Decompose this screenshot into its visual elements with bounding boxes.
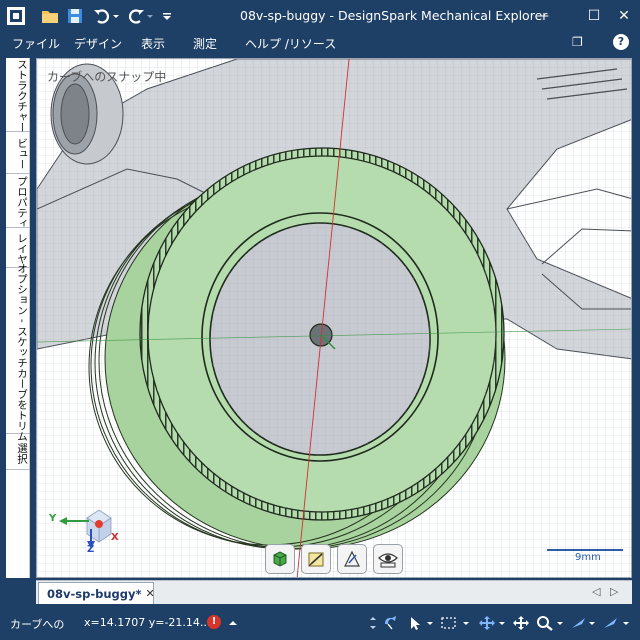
tab-properties[interactable]: プロパティ [6, 174, 30, 228]
sketch-mode-icon [344, 550, 360, 567]
undo-dropdown-icon[interactable] [112, 6, 120, 26]
pan-hand-icon[interactable] [382, 615, 400, 631]
pan-icon[interactable] [512, 615, 530, 631]
menu-file[interactable]: ファイル [12, 35, 60, 52]
box-select-icon[interactable] [440, 615, 458, 631]
minimize-button[interactable]: — [530, 4, 554, 28]
scale-bar-label: 9mm [575, 552, 601, 563]
maximize-button[interactable]: ☐ [582, 4, 606, 28]
menu-help-resources[interactable]: ヘルプ /リソース [245, 35, 336, 52]
cursor-coordinates: x=14.1707 y=-21.14... [84, 616, 211, 629]
menu-bar: ファイル デザイン 表示 測定 ヘルプ /リソース ❐ ? [0, 32, 640, 54]
save-icon[interactable] [66, 7, 84, 25]
warning-indicator[interactable]: ! [207, 615, 221, 629]
scale-bar: 9mm [547, 549, 623, 563]
menu-view[interactable]: 表示 [141, 35, 165, 52]
tab-nav-next[interactable]: ▷ [610, 585, 618, 598]
zoom-dropdown-icon[interactable] [552, 615, 570, 631]
model-render[interactable] [37, 59, 632, 578]
axis-label-z: Z [87, 544, 95, 555]
sketch-mode-button[interactable] [337, 544, 367, 574]
status-message: カーブへの [10, 618, 65, 631]
visibility-button[interactable] [373, 544, 403, 574]
redo-icon[interactable] [126, 6, 146, 26]
open-folder-icon[interactable] [40, 6, 60, 26]
visibility-icon [378, 553, 398, 568]
select-dropdown-icon[interactable] [422, 615, 440, 631]
warning-dropdown-icon[interactable] [224, 615, 242, 631]
sketch-plane-icon [308, 552, 324, 567]
move-dropdown-icon[interactable] [494, 615, 512, 631]
side-panel: ストラクチャー ビュー プロパティ レイヤ オプション - スケッチカーブをトリ… [6, 58, 30, 578]
document-tab-close-button[interactable]: ✕ [146, 587, 155, 600]
help-button[interactable]: ? [613, 34, 629, 50]
solid-view-icon [273, 551, 287, 567]
status-bar: カーブへの x=14.1707 y=-21.14... ! [0, 606, 640, 640]
sketch-plane-button[interactable] [301, 544, 331, 574]
document-tab-name: 08v-sp-buggy* [47, 586, 142, 601]
box-select-dropdown-icon[interactable] [458, 615, 476, 631]
scale-bar-line [547, 549, 623, 551]
tab-structure[interactable]: ストラクチャー [6, 58, 30, 133]
snap-status-label: カーブへのスナップ中 [47, 70, 167, 84]
menu-measure[interactable]: 測定 [193, 35, 217, 52]
quick-access-toolbar [6, 6, 174, 26]
fly-dropdown-icon[interactable] [584, 615, 602, 631]
document-tab-strip: 08v-sp-buggy* ✕ ◁ ▷ [36, 580, 632, 604]
design-viewport[interactable]: カーブへのスナップ中 Y X Z 9mm [36, 58, 632, 578]
axis-label-x: X [111, 532, 119, 543]
tab-nav-prev[interactable]: ◁ [592, 585, 600, 598]
ribbon-restore-button[interactable]: ❐ [572, 35, 583, 49]
window-title: 08v-sp-buggy - DesignSpark Mechanical Ex… [240, 8, 548, 23]
application-window: 08v-sp-buggy - DesignSpark Mechanical Ex… [0, 0, 640, 640]
redo-dropdown-icon[interactable] [146, 6, 154, 26]
app-logo-icon[interactable] [6, 6, 26, 26]
axis-label-y: Y [49, 513, 57, 524]
spin-icon[interactable] [364, 615, 382, 631]
tab-options-trim-sketch-curve[interactable]: オプション - スケッチカーブをトリム [6, 263, 30, 441]
tab-selection[interactable]: 選択 [6, 434, 30, 470]
tab-view[interactable]: ビュー [6, 132, 30, 174]
solid-view-button[interactable] [265, 544, 295, 574]
menu-design[interactable]: デザイン [74, 35, 122, 52]
title-bar: 08v-sp-buggy - DesignSpark Mechanical Ex… [0, 0, 640, 32]
close-button[interactable]: ✕ [612, 4, 636, 28]
document-tab[interactable]: 08v-sp-buggy* ✕ [38, 582, 155, 604]
customize-icon[interactable] [160, 6, 174, 26]
orient-dropdown-icon[interactable] [618, 615, 636, 631]
undo-icon[interactable] [92, 6, 112, 26]
